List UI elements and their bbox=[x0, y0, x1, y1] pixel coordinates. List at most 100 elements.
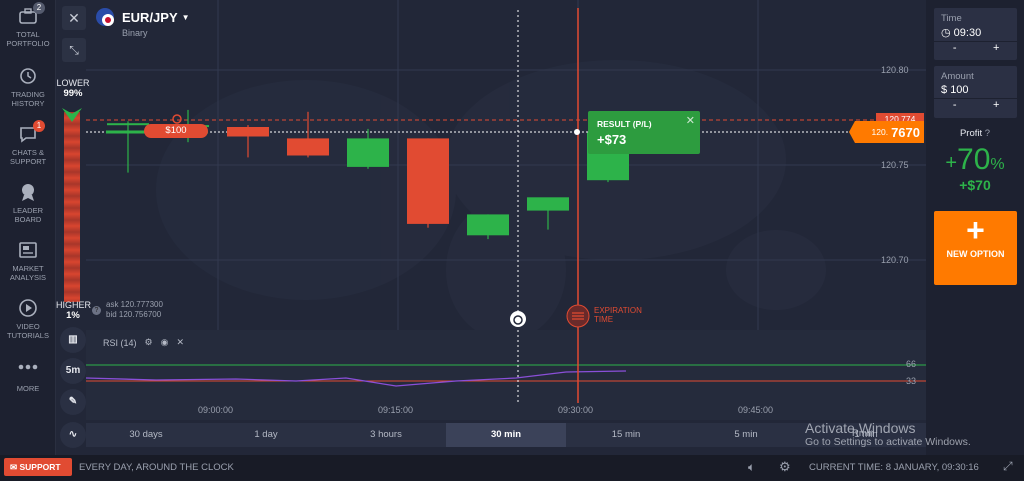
candle-type-button[interactable]: ▥ bbox=[60, 327, 86, 353]
flag-icon bbox=[96, 8, 114, 26]
amount-minus-button[interactable]: - bbox=[934, 99, 976, 112]
sidebar-item-label: TOTAL PORTFOLIO bbox=[6, 30, 50, 48]
profit-box: Profit ? +70% +$70 bbox=[926, 128, 1024, 193]
profit-label: Profit ? bbox=[959, 128, 991, 139]
timeframe-3-hours[interactable]: 3 hours bbox=[326, 423, 446, 447]
candle-body bbox=[287, 138, 329, 156]
timeframe-1-day[interactable]: 1 day bbox=[206, 423, 326, 447]
world-map-background bbox=[156, 60, 826, 340]
tagline: EVERY DAY, AROUND THE CLOCK bbox=[79, 462, 234, 473]
chevron-down-icon: ▼ bbox=[181, 12, 190, 22]
time-box[interactable]: Time ◷ 09:30 - + bbox=[934, 8, 1017, 60]
sidebar-item-more[interactable]: MORE bbox=[0, 360, 56, 393]
time-value: 09:30 bbox=[953, 27, 982, 39]
chart-area[interactable]: ✕ ⤡ EUR/JPY ▼ Binary LOWER 99% HIGHER 1% bbox=[56, 0, 926, 455]
newspaper-icon bbox=[17, 240, 39, 260]
sidebar-item-label: MORE bbox=[16, 384, 40, 393]
sentiment-higher: HIGHER 1% bbox=[56, 300, 92, 321]
fullscreen-icon[interactable]: ⤢ bbox=[1003, 459, 1013, 474]
profit-pct-sign: + bbox=[945, 152, 958, 174]
profit-pct: 70 bbox=[957, 143, 991, 176]
extra-time-label: Rmin bbox=[852, 428, 875, 439]
help-icon[interactable]: ? bbox=[985, 128, 990, 139]
asset-selector[interactable]: EUR/JPY ▼ Binary bbox=[96, 8, 190, 38]
amount-value: 100 bbox=[950, 84, 969, 96]
sidebar-item-label: VIDEO TUTORIALS bbox=[7, 322, 49, 340]
price-chart[interactable] bbox=[56, 0, 926, 455]
new-option-button[interactable]: + NEW OPTION bbox=[934, 211, 1017, 285]
timeframe-30-days[interactable]: 30 days bbox=[86, 423, 206, 447]
amount-box[interactable]: Amount $ 100 - + bbox=[934, 66, 1017, 118]
support-button[interactable]: ✉ SUPPORT bbox=[4, 458, 72, 476]
info-icon[interactable]: ? bbox=[92, 306, 101, 315]
sidebar-item-leaderboard[interactable]: LEADER BOARD bbox=[0, 182, 56, 224]
result-popup[interactable]: RESULT (P/L) +$73 ✕ bbox=[588, 111, 700, 154]
candle-body bbox=[407, 138, 449, 224]
candle-body bbox=[107, 123, 149, 126]
time-value-row: ◷ 09:30 bbox=[934, 24, 1017, 41]
portfolio-badge: 2 bbox=[33, 2, 45, 14]
timeframe-bar: 30 days 1 day 3 hours 30 min 15 min 5 mi… bbox=[86, 423, 926, 447]
sentiment-bar bbox=[64, 112, 80, 302]
gear-icon[interactable]: ⚙ bbox=[145, 337, 153, 348]
sidebar-item-market-analysis[interactable]: MARKET ANALYSIS bbox=[0, 240, 56, 282]
sidebar-item-label: TRADING HISTORY bbox=[11, 90, 45, 108]
current-price-prefix: 120. bbox=[871, 127, 889, 137]
rsi-header: RSI (14) ⚙ ◉ ✕ bbox=[103, 337, 184, 348]
higher-label: HIGHER bbox=[56, 300, 92, 310]
trophy-icon bbox=[17, 182, 39, 202]
amount-plus-button[interactable]: + bbox=[976, 99, 1018, 112]
timeframe-5-min[interactable]: 5 min bbox=[686, 423, 806, 447]
candle-body bbox=[347, 138, 389, 167]
collapse-icon[interactable]: ⤡ bbox=[62, 38, 86, 62]
lower-pct: 99% bbox=[63, 88, 83, 99]
timeframe-15-min[interactable]: 15 min bbox=[566, 423, 686, 447]
candle-body bbox=[527, 197, 569, 211]
time-tick: 09:45:00 bbox=[738, 405, 774, 415]
sidebar: 2 TOTAL PORTFOLIO TRADING HISTORY 1 CHAT… bbox=[0, 0, 56, 455]
profit-pct-row: +70% bbox=[926, 143, 1024, 177]
plus-icon: + bbox=[966, 212, 985, 248]
price-tick: 120.75 bbox=[881, 160, 909, 170]
time-plus-button[interactable]: + bbox=[976, 42, 1018, 55]
candle-body bbox=[227, 127, 269, 137]
sidebar-item-video-tutorials[interactable]: VIDEO TUTORIALS bbox=[0, 298, 56, 340]
rsi-name: RSI (14) bbox=[103, 337, 137, 348]
sidebar-item-label: LEADER BOARD bbox=[12, 206, 43, 224]
settings-gear-icon[interactable]: ⚙ bbox=[779, 459, 791, 475]
sidebar-item-chats[interactable]: 1 CHATS & SUPPORT bbox=[0, 120, 56, 166]
quote-box: ask 120.777300 bid 120.756700 bbox=[106, 300, 163, 320]
higher-pct: 1% bbox=[66, 310, 80, 321]
sidebar-item-portfolio[interactable]: 2 TOTAL PORTFOLIO bbox=[0, 2, 56, 48]
history-icon bbox=[17, 66, 39, 86]
sidebar-item-history[interactable]: TRADING HISTORY bbox=[0, 66, 56, 108]
sentiment-lower: LOWER 99% bbox=[56, 78, 90, 99]
current-time: CURRENT TIME: 8 JANUARY, 09:30:16 bbox=[809, 462, 979, 473]
sound-icon[interactable]: 🔈︎ bbox=[748, 460, 755, 475]
timeframe-30-min[interactable]: 30 min bbox=[446, 423, 566, 447]
draw-tool-button[interactable]: ✎ bbox=[60, 389, 86, 415]
app-window: 2 TOTAL PORTFOLIO TRADING HISTORY 1 CHAT… bbox=[0, 0, 1024, 481]
current-price-suffix: 7670 bbox=[891, 124, 920, 140]
amount-label: Amount bbox=[941, 71, 974, 82]
close-icon[interactable]: ✕ bbox=[176, 337, 184, 348]
price-dot bbox=[574, 129, 580, 135]
watermark-title: Activate Windows bbox=[805, 420, 916, 436]
time-minus-button[interactable]: - bbox=[934, 42, 976, 55]
rsi-level-label: 33 bbox=[906, 376, 917, 386]
close-icon[interactable]: ✕ bbox=[686, 114, 695, 127]
bottom-bar: ✉ SUPPORT EVERY DAY, AROUND THE CLOCK 🔈︎… bbox=[0, 455, 1024, 481]
time-tick: 09:15:00 bbox=[378, 405, 414, 415]
candle-body bbox=[467, 214, 509, 236]
price-tick: 120.70 bbox=[881, 255, 909, 265]
sidebar-item-label: MARKET ANALYSIS bbox=[9, 264, 47, 282]
eye-icon[interactable]: ◉ bbox=[161, 337, 169, 348]
interval-button[interactable]: 5m bbox=[60, 358, 86, 384]
ask-price: ask 120.777300 bbox=[106, 300, 163, 309]
indicators-button[interactable]: ∿ bbox=[60, 422, 86, 448]
play-icon bbox=[17, 298, 39, 318]
price-tick: 120.80 bbox=[881, 65, 909, 75]
close-chart-button[interactable]: ✕ bbox=[62, 6, 86, 30]
amount-value-row: $ 100 bbox=[934, 82, 1017, 98]
clock-icon: ◷ bbox=[941, 27, 954, 39]
